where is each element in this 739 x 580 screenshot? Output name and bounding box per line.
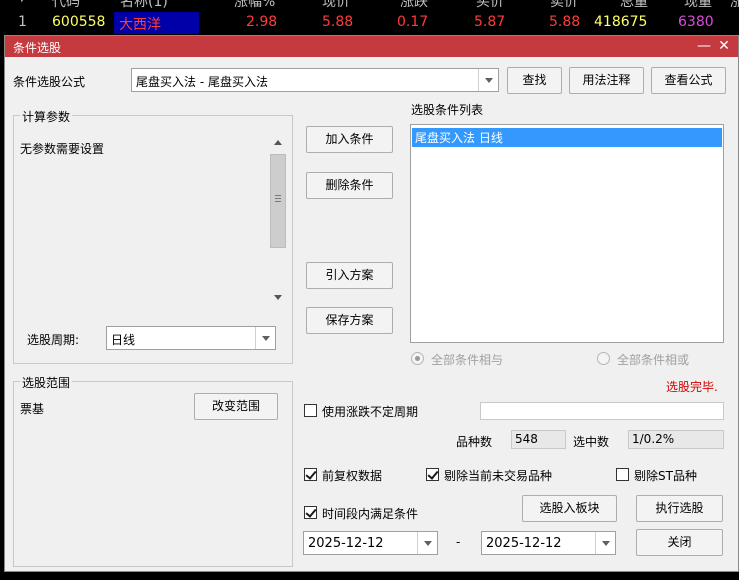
radio-and-label: 全部条件相与: [431, 353, 504, 367]
stock-last-vol: 6380: [678, 14, 714, 30]
count-value: 548: [511, 430, 566, 449]
remove-st-checkbox[interactable]: [616, 468, 629, 481]
execute-button[interactable]: 执行选股: [636, 495, 723, 522]
uncertain-period-input[interactable]: [480, 402, 724, 420]
import-plan-button[interactable]: 引入方案: [306, 262, 393, 289]
stock-volume: 418675: [594, 14, 648, 30]
view-formula-button[interactable]: 查看公式: [651, 67, 726, 94]
params-group-title: 计算参数: [20, 108, 73, 125]
stock-change-pct: 2.98: [246, 14, 278, 30]
remove-untraded-label: 剔除当前未交易品种: [444, 469, 553, 483]
scroll-up-icon[interactable]: [274, 140, 282, 145]
params-group: 计算参数 无参数需要设置 选股周期: 日线: [13, 108, 293, 364]
time-range-label: 时间段内满足条件: [322, 507, 419, 521]
add-condition-button[interactable]: 加入条件: [306, 126, 393, 153]
scroll-down-icon[interactable]: [274, 295, 282, 300]
remove-st-label: 剔除ST品种: [634, 469, 697, 483]
period-label: 选股周期:: [27, 333, 80, 347]
stock-screener-dialog: 条件选股 — ✕ 条件选股公式 尾盘买入法 - 尾盘买入法 查找 用法注释 查看…: [4, 35, 739, 572]
col-more-header[interactable]: 涨: [730, 0, 739, 11]
radio-or-label: 全部条件相或: [617, 353, 690, 367]
stock-name[interactable]: 大西洋: [119, 14, 161, 34]
save-plan-button[interactable]: 保存方案: [306, 307, 393, 334]
col-change-header[interactable]: 涨跌: [400, 0, 428, 11]
col-last-vol-header[interactable]: 现量: [684, 0, 712, 11]
usage-note-button[interactable]: 用法注释: [569, 67, 644, 94]
count-label: 品种数: [456, 435, 493, 449]
date-to-picker[interactable]: 2025-12-12: [481, 531, 616, 555]
status-text: 选股完毕.: [666, 380, 718, 394]
selected-value: 1/0.2%: [628, 430, 724, 449]
col-change-pct-header[interactable]: 涨幅%: [234, 0, 275, 11]
col-price-header[interactable]: 现价: [322, 0, 350, 11]
range-group-title: 选股范围: [20, 374, 73, 391]
date-to-value: 2025-12-12: [486, 536, 562, 551]
scroll-thumb[interactable]: [270, 154, 286, 248]
change-range-button[interactable]: 改变范围: [194, 393, 278, 420]
stock-code[interactable]: 600558: [52, 14, 105, 30]
delete-condition-button[interactable]: 删除条件: [306, 172, 393, 199]
minimize-icon[interactable]: —: [695, 37, 713, 55]
selected-label: 选中数: [573, 435, 610, 449]
date-from-value: 2025-12-12: [308, 536, 384, 551]
calendar-dropdown-icon[interactable]: [595, 532, 615, 554]
remove-untraded-checkbox[interactable]: [426, 468, 439, 481]
period-select[interactable]: 日线: [106, 326, 276, 350]
radio-or[interactable]: [597, 352, 610, 365]
chevron-down-icon[interactable]: [478, 69, 498, 91]
dialog-titlebar[interactable]: 条件选股 — ✕: [5, 36, 738, 57]
params-text: 无参数需要设置: [20, 142, 105, 156]
condition-list[interactable]: 尾盘买入法 日线: [410, 124, 724, 343]
pre-adjust-label: 前复权数据: [322, 469, 383, 483]
stock-ask: 5.88: [549, 14, 581, 30]
close-button[interactable]: 关闭: [636, 529, 723, 556]
range-text: 票基: [20, 402, 45, 416]
list-item[interactable]: 尾盘买入法 日线: [412, 128, 722, 147]
col-code-header[interactable]: 代码: [52, 0, 80, 11]
find-button[interactable]: 查找: [507, 67, 562, 94]
time-range-checkbox[interactable]: [304, 506, 317, 519]
formula-value: 尾盘买入法 - 尾盘买入法: [136, 75, 268, 89]
formula-select[interactable]: 尾盘买入法 - 尾盘买入法: [131, 68, 499, 92]
date-from-picker[interactable]: 2025-12-12: [303, 531, 438, 555]
range-group: 选股范围 票基 改变范围: [13, 374, 293, 567]
grip-icon: [275, 195, 281, 196]
stock-price: 5.88: [322, 14, 354, 30]
date-separator: -: [456, 535, 461, 549]
period-value: 日线: [111, 333, 136, 347]
to-block-button[interactable]: 选股入板块: [522, 495, 617, 522]
dialog-title: 条件选股: [13, 41, 62, 55]
col-volume-header[interactable]: 总量: [620, 0, 648, 11]
col-ask-header[interactable]: 卖价: [550, 0, 578, 11]
quote-table: ✦ 代码 名称(1) 涨幅% 现价 涨跌 买价 卖价 总量 现量 涨 1 600…: [0, 0, 739, 36]
calendar-dropdown-icon[interactable]: [417, 532, 437, 554]
condition-list-label: 选股条件列表: [411, 103, 484, 117]
close-icon[interactable]: ✕: [715, 37, 733, 55]
radio-and[interactable]: [411, 352, 424, 365]
row-index: 1: [18, 14, 27, 30]
uncertain-period-label: 使用涨跌不定周期: [322, 405, 419, 419]
chevron-down-icon[interactable]: [255, 327, 275, 349]
params-scrollbar[interactable]: [268, 132, 288, 308]
formula-label: 条件选股公式: [13, 75, 86, 89]
stock-bid: 5.87: [474, 14, 506, 30]
stock-change: 0.17: [397, 14, 429, 30]
col-name-header[interactable]: 名称(1): [120, 0, 168, 11]
col-bid-header[interactable]: 买价: [476, 0, 504, 11]
pre-adjust-checkbox[interactable]: [304, 468, 317, 481]
sort-icon: ✦: [16, 0, 28, 7]
uncertain-period-checkbox[interactable]: [304, 404, 317, 417]
